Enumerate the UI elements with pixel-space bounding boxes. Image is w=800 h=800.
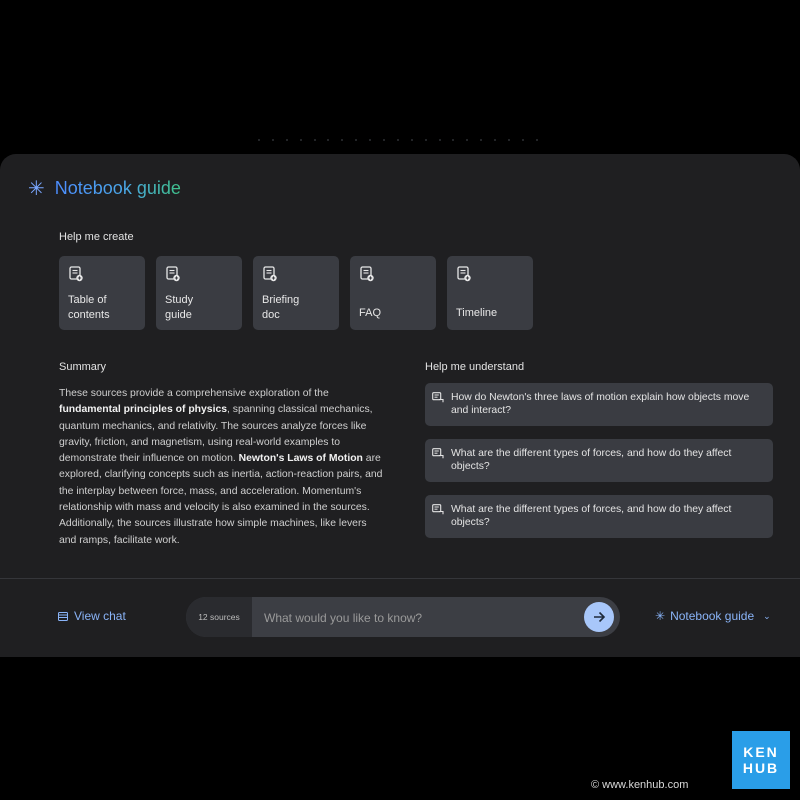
create-card-table-of-contents[interactable]: Table of contents [59,256,145,330]
question-text: What are the different types of forces, … [451,448,732,472]
summary-text-bold: Newton's Laws of Motion [238,453,363,465]
card-label: Briefing doc [262,294,300,321]
view-chat-button[interactable]: View chat [58,609,126,623]
guide-title: Notebook guide [54,178,181,198]
sources-count-button[interactable]: 12 sources [186,597,252,637]
help-me-create-label: Help me create [59,231,134,243]
notebook-guide-panel: ✳ Notebook guide Help me create Table of… [0,154,800,657]
help-me-understand-label: Help me understand [425,361,525,373]
doc-add-icon [457,266,471,282]
doc-add-icon [166,266,180,282]
logo-text-bottom: HUB [742,760,780,776]
create-card-study-guide[interactable]: Study guide [156,256,242,330]
decorative-dots [258,139,538,143]
sparkle-icon: ✳ [28,177,45,200]
create-card-faq[interactable]: FAQ [350,256,436,330]
question-text: How do Newton's three laws of motion exp… [451,392,750,416]
chat-question-icon [432,392,444,403]
send-button[interactable] [584,602,614,632]
credit-text: © www.kenhub.com [591,779,689,791]
question-list: How do Newton's three laws of motion exp… [425,383,773,551]
notebook-guide-toggle[interactable]: ✳ Notebook guide ⌄ [655,609,771,623]
logo-text-top: KEN [743,744,779,760]
card-label: Study guide [165,294,194,321]
question-text: What are the different types of forces, … [451,504,732,528]
question-card[interactable]: What are the different types of forces, … [425,495,773,538]
question-card[interactable]: What are the different types of forces, … [425,439,773,482]
summary-text: These sources provide a comprehensive ex… [59,386,385,549]
notebook-guide-toggle-label: Notebook guide [670,609,755,623]
summary-text-part: These sources provide a comprehensive ex… [59,388,329,399]
chat-box: 12 sources [186,597,620,637]
view-chat-label: View chat [74,609,126,623]
summary-text-bold: fundamental principles of physics [59,404,228,416]
question-card[interactable]: How do Newton's three laws of motion exp… [425,383,773,426]
guide-header: ✳ Notebook guide [28,178,181,199]
chat-input[interactable] [262,597,586,637]
sparkle-icon: ✳ [655,609,666,623]
summary-text-part: are explored, clarifying concepts such a… [59,453,383,546]
summary-label: Summary [59,361,107,373]
create-card-timeline[interactable]: Timeline [447,256,533,330]
doc-add-icon [360,266,374,282]
bottom-bar: View chat 12 sources ✳ Notebook guide ⌄ [0,579,800,657]
card-label: Table of contents [68,294,110,321]
screen: ✳ Notebook guide Help me create Table of… [0,0,800,800]
chat-question-icon [432,504,444,515]
kenhub-logo: KEN HUB [732,731,790,789]
doc-add-icon [69,266,83,282]
card-label: Timeline [456,307,498,319]
chevron-down-icon: ⌄ [763,610,771,621]
chat-icon [58,611,68,621]
arrow-right-icon [594,611,606,623]
create-card-briefing-doc[interactable]: Briefing doc [253,256,339,330]
create-cards: Table of contents Study guide Briefing d… [59,256,533,330]
card-label: FAQ [359,307,382,319]
doc-add-icon [263,266,277,282]
chat-question-icon [432,448,444,459]
